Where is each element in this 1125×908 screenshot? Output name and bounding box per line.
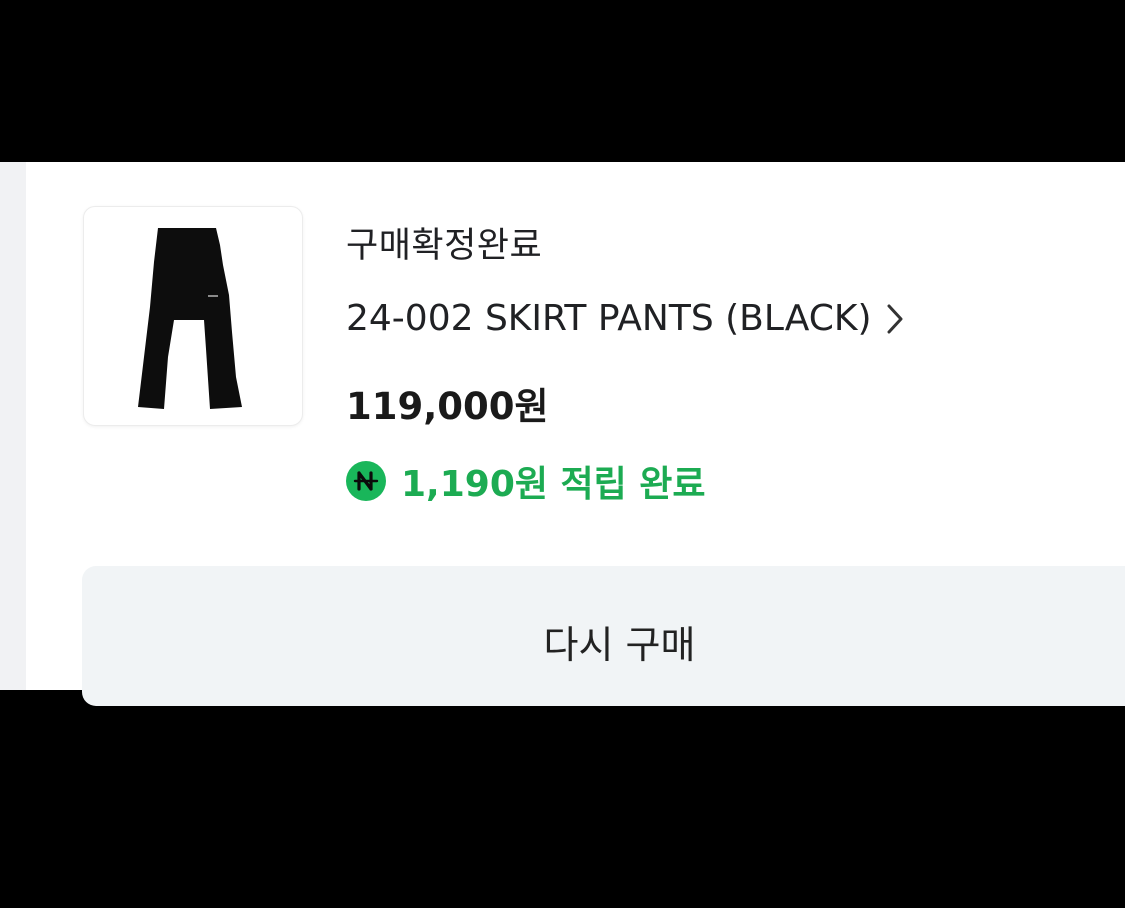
order-status-text: 구매확정완료 xyxy=(346,226,543,266)
rebuy-button[interactable]: 다시 구매 xyxy=(82,566,1125,706)
side-edge xyxy=(0,162,26,690)
chevron-right-icon xyxy=(887,304,903,333)
reward-text: 1,190원 적립 완료 xyxy=(401,464,706,505)
skirt-pants-image xyxy=(138,228,242,409)
order-status: 구매확정완료 xyxy=(346,217,542,268)
product-price: 119,000원 xyxy=(346,385,549,428)
product-name: 24-002 SKIRT PANTS (BLACK) xyxy=(346,298,872,339)
order-item-card: 구매확정완료 24-002 SKIRT PANTS (BLACK) 119,00… xyxy=(0,162,1125,706)
reward-info: 1,190원 적립 완료 xyxy=(346,455,706,507)
product-thumbnail[interactable] xyxy=(83,206,303,426)
screen: 구매확정완료 24-002 SKIRT PANTS (BLACK) 119,00… xyxy=(0,0,1125,908)
product-name-link[interactable]: 24-002 SKIRT PANTS (BLACK) xyxy=(346,298,904,339)
rebuy-button-label: 다시 구매 xyxy=(543,623,696,667)
naver-pay-icon xyxy=(346,461,386,501)
